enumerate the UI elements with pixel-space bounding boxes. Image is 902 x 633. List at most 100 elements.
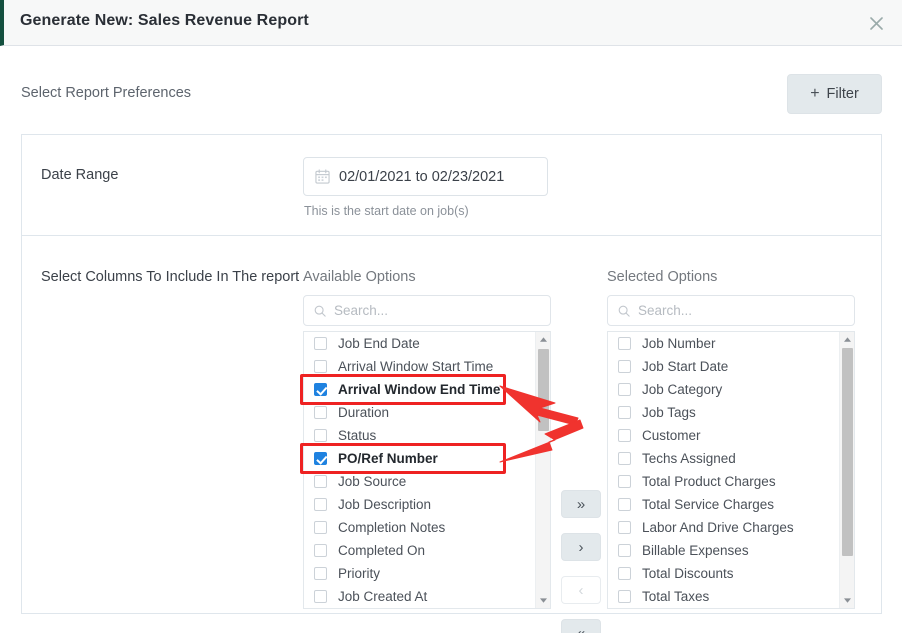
option-label: Status: [338, 428, 377, 443]
option-label: Job Description: [338, 497, 432, 512]
scroll-down-icon[interactable]: [536, 593, 550, 608]
list-item[interactable]: Status: [304, 424, 536, 447]
dialog-title: Generate New: Sales Revenue Report: [20, 12, 309, 29]
selected-search-placeholder: Search...: [638, 303, 693, 318]
option-checkbox[interactable]: [618, 406, 631, 419]
option-checkbox[interactable]: [618, 498, 631, 511]
list-item[interactable]: Billable Expenses: [608, 539, 840, 562]
card-divider: [22, 235, 881, 236]
move-left-button-glyph: ‹: [578, 581, 584, 599]
option-label: Job Tags: [642, 405, 696, 420]
list-item[interactable]: Duration: [304, 401, 536, 424]
move-right-button[interactable]: ›: [561, 533, 601, 561]
list-item[interactable]: Job Description: [304, 493, 536, 516]
filter-button-label: Filter: [826, 86, 859, 102]
option-checkbox[interactable]: [314, 452, 327, 465]
close-glyph: [869, 16, 883, 30]
option-label: Arrival Window End Time: [338, 382, 501, 397]
list-item[interactable]: Job Tags: [608, 401, 840, 424]
date-range-hint: This is the start date on job(s): [304, 204, 469, 218]
option-checkbox[interactable]: [618, 429, 631, 442]
date-range-value: 02/01/2021 to 02/23/2021: [339, 168, 505, 185]
list-item[interactable]: Labor And Drive Charges: [608, 516, 840, 539]
selected-list-scrollbar[interactable]: [839, 332, 854, 608]
plus-icon: +: [810, 85, 820, 102]
option-checkbox[interactable]: [314, 521, 327, 534]
scroll-up-icon[interactable]: [840, 332, 854, 347]
option-checkbox[interactable]: [314, 498, 327, 511]
option-label: Billable Expenses: [642, 543, 749, 558]
option-label: Job Created At: [338, 589, 428, 604]
option-checkbox[interactable]: [618, 521, 631, 534]
list-item[interactable]: Arrival Window End Time: [304, 378, 536, 401]
move-all-right-button[interactable]: »: [561, 490, 601, 518]
option-checkbox[interactable]: [314, 429, 327, 442]
option-checkbox[interactable]: [314, 406, 327, 419]
option-checkbox[interactable]: [618, 383, 631, 396]
option-checkbox[interactable]: [618, 475, 631, 488]
option-checkbox[interactable]: [618, 360, 631, 373]
option-checkbox[interactable]: [314, 590, 327, 603]
option-label: Job Source: [338, 474, 407, 489]
option-label: Arrival Window Start Time: [338, 359, 494, 374]
move-all-left-button[interactable]: «: [561, 619, 601, 633]
available-search-placeholder: Search...: [334, 303, 389, 318]
option-checkbox[interactable]: [314, 360, 327, 373]
selected-scroll-thumb[interactable]: [842, 348, 853, 556]
option-label: Priority: [338, 566, 381, 581]
option-checkbox[interactable]: [618, 452, 631, 465]
selected-options-title: Selected Options: [607, 269, 718, 285]
option-label: Job End Date: [338, 336, 420, 351]
option-label: Labor And Drive Charges: [642, 520, 794, 535]
option-label: Total Product Charges: [642, 474, 776, 489]
available-list-scrollbar[interactable]: [535, 332, 550, 608]
list-item[interactable]: Total Product Charges: [608, 470, 840, 493]
list-item[interactable]: Completion Notes: [304, 516, 536, 539]
available-options-list[interactable]: Job End Date Arrival Window Start Time Arr…: [303, 331, 551, 609]
list-item[interactable]: Job Created At: [304, 585, 536, 608]
preferences-label: Select Report Preferences: [21, 85, 192, 101]
list-item[interactable]: Total Discounts: [608, 562, 840, 585]
available-scroll-thumb[interactable]: [538, 349, 549, 431]
list-item[interactable]: Job Start Date: [608, 355, 840, 378]
option-label: Job Number: [642, 336, 716, 351]
list-item[interactable]: Job Source: [304, 470, 536, 493]
option-checkbox[interactable]: [618, 544, 631, 557]
move-all-right-button-glyph: »: [576, 495, 586, 513]
list-item[interactable]: Techs Assigned: [608, 447, 840, 470]
option-checkbox[interactable]: [314, 475, 327, 488]
list-item[interactable]: Total Taxes: [608, 585, 840, 608]
list-item[interactable]: Job End Date: [304, 332, 536, 355]
date-range-input[interactable]: 02/01/2021 to 02/23/2021: [303, 157, 548, 196]
columns-section-label: Select Columns To Include In The report: [41, 269, 300, 285]
list-item[interactable]: Priority: [304, 562, 536, 585]
list-item[interactable]: Job Number: [608, 332, 840, 355]
option-label: Completion Notes: [338, 520, 446, 535]
list-item[interactable]: Completed On: [304, 539, 536, 562]
available-options-title: Available Options: [303, 269, 416, 285]
move-left-button[interactable]: ‹: [561, 576, 601, 604]
option-checkbox[interactable]: [618, 337, 631, 350]
available-search-input[interactable]: Search...: [303, 295, 551, 326]
search-icon: [618, 305, 630, 317]
list-item[interactable]: Customer: [608, 424, 840, 447]
list-item[interactable]: Job Category: [608, 378, 840, 401]
filter-button[interactable]: + Filter: [787, 74, 882, 114]
selected-options-list[interactable]: Job Number Job Start Date Job Category Job …: [607, 331, 855, 609]
option-label: Completed On: [338, 543, 426, 558]
selected-search-input[interactable]: Search...: [607, 295, 855, 326]
date-range-label: Date Range: [41, 167, 119, 183]
option-checkbox[interactable]: [618, 590, 631, 603]
option-checkbox[interactable]: [314, 337, 327, 350]
option-label: Techs Assigned: [642, 451, 736, 466]
list-item[interactable]: Total Service Charges: [608, 493, 840, 516]
close-icon[interactable]: [864, 11, 888, 35]
option-checkbox[interactable]: [314, 544, 327, 557]
option-checkbox[interactable]: [314, 383, 327, 396]
list-item[interactable]: PO/Ref Number: [304, 447, 536, 470]
list-item[interactable]: Arrival Window Start Time: [304, 355, 536, 378]
option-checkbox[interactable]: [618, 567, 631, 580]
scroll-down-icon[interactable]: [840, 593, 854, 608]
option-checkbox[interactable]: [314, 567, 327, 580]
scroll-up-icon[interactable]: [536, 332, 550, 347]
